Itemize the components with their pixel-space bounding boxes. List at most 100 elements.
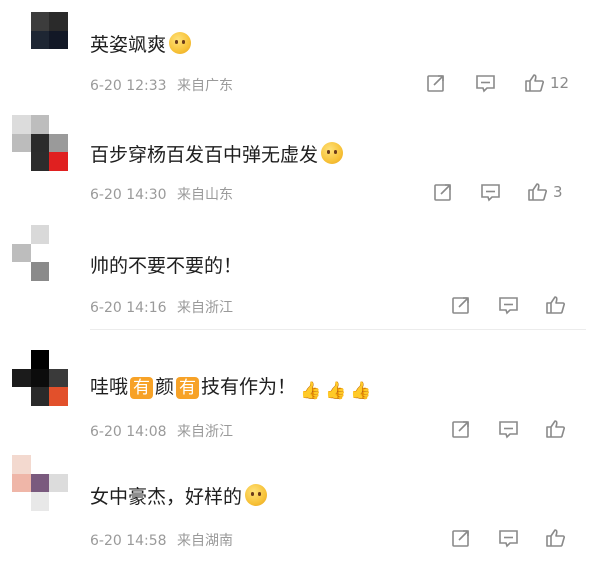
comment-location: 来自湖南 bbox=[177, 533, 234, 549]
avatar-pixel bbox=[12, 387, 31, 406]
repost-button[interactable] bbox=[451, 528, 471, 548]
thumbs-up-icon bbox=[525, 74, 544, 92]
avatar[interactable] bbox=[12, 455, 68, 511]
comment-icon bbox=[499, 297, 518, 315]
avatar-pixel bbox=[49, 368, 68, 388]
surprised-emoji-icon bbox=[245, 484, 268, 506]
comment-date: 6-20 12:33 bbox=[90, 78, 167, 94]
share-icon bbox=[452, 297, 469, 314]
comment-text: 帅的不要不要的！ bbox=[90, 255, 243, 277]
avatar[interactable] bbox=[12, 225, 68, 281]
avatar[interactable] bbox=[12, 12, 68, 68]
repost-button[interactable] bbox=[451, 295, 471, 315]
comment-actions: 12 bbox=[426, 72, 569, 94]
like-button[interactable]: 12 bbox=[524, 73, 569, 93]
avatar-pixel bbox=[49, 49, 68, 68]
share-icon bbox=[452, 421, 469, 438]
avatar-pixel bbox=[30, 49, 50, 68]
comment-button[interactable] bbox=[498, 528, 519, 548]
comment-date: 6-20 14:58 bbox=[90, 533, 167, 549]
share-icon bbox=[427, 75, 444, 92]
avatar[interactable] bbox=[12, 115, 68, 171]
comment-actions bbox=[451, 527, 566, 549]
avatar-pixel bbox=[30, 12, 50, 31]
comment-text: 英姿飒爽 bbox=[90, 32, 192, 57]
tag-badge: 有 bbox=[130, 377, 154, 399]
avatar-pixel bbox=[30, 115, 50, 134]
comment-button[interactable] bbox=[475, 73, 496, 93]
comment-icon bbox=[499, 530, 518, 548]
comment-button[interactable] bbox=[498, 295, 519, 315]
avatar-pixel bbox=[30, 225, 50, 244]
avatar-pixel bbox=[12, 49, 31, 68]
avatar-pixel bbox=[12, 350, 31, 369]
thumbs-up-icon bbox=[528, 183, 547, 201]
avatar-pixel bbox=[12, 133, 31, 153]
avatar-pixel bbox=[49, 473, 68, 493]
thumbs-up-icon bbox=[546, 529, 565, 547]
repost-button[interactable] bbox=[433, 182, 453, 202]
avatar-pixel bbox=[30, 455, 50, 474]
thumbs-up-icon: 👍 bbox=[350, 381, 372, 401]
avatar-pixel bbox=[49, 152, 68, 171]
thumbs-up-icon bbox=[546, 420, 565, 438]
repost-button[interactable] bbox=[451, 419, 471, 439]
divider bbox=[90, 329, 586, 330]
comment-button[interactable] bbox=[498, 419, 519, 439]
avatar-pixel bbox=[30, 152, 50, 171]
comment-actions bbox=[451, 294, 566, 316]
like-button[interactable]: 3 bbox=[527, 182, 563, 202]
comment-date: 6-20 14:30 bbox=[90, 187, 167, 203]
avatar-pixel bbox=[12, 368, 31, 388]
avatar-pixel bbox=[49, 387, 68, 406]
avatar-pixel bbox=[49, 30, 68, 50]
comment-button[interactable] bbox=[480, 182, 501, 202]
share-icon bbox=[452, 530, 469, 547]
like-button[interactable] bbox=[545, 419, 566, 439]
avatar-pixel bbox=[12, 152, 31, 171]
like-button[interactable] bbox=[545, 295, 566, 315]
avatar-pixel bbox=[12, 12, 31, 31]
avatar-pixel bbox=[30, 387, 50, 406]
comment-actions: 3 bbox=[433, 181, 563, 203]
repost-button[interactable] bbox=[426, 73, 446, 93]
avatar-pixel bbox=[49, 455, 68, 474]
comment-location: 来自山东 bbox=[177, 187, 234, 203]
blushing-face-with-hands-icon bbox=[169, 32, 192, 54]
comment-actions bbox=[451, 418, 566, 440]
share-icon bbox=[434, 184, 451, 201]
comment-date: 6-20 14:08 bbox=[90, 424, 167, 440]
avatar-pixel bbox=[30, 262, 50, 281]
thumbs-up-icon: 👍 bbox=[325, 381, 347, 401]
avatar[interactable] bbox=[12, 350, 68, 406]
avatar-pixel bbox=[49, 115, 68, 134]
comment-text: 女中豪杰，好样的 bbox=[90, 484, 268, 509]
avatar-pixel bbox=[49, 12, 68, 31]
avatar-pixel bbox=[12, 115, 31, 134]
like-count: 3 bbox=[553, 183, 563, 201]
comment-meta: 6-20 14:58 来自湖南 bbox=[90, 530, 233, 550]
comment-meta: 6-20 14:16 来自浙江 bbox=[90, 297, 233, 317]
comment-icon bbox=[476, 75, 495, 93]
comment-icon bbox=[481, 184, 500, 202]
avatar-pixel bbox=[12, 30, 31, 50]
comment-date: 6-20 14:16 bbox=[90, 300, 167, 316]
comment-text: 百步穿杨百发百中弹无虚发 bbox=[90, 142, 344, 167]
comment-meta: 6-20 14:30 来自山东 bbox=[90, 184, 233, 204]
avatar-pixel bbox=[30, 350, 50, 369]
crying-emoji-icon bbox=[321, 142, 344, 164]
avatar-pixel bbox=[12, 473, 31, 493]
avatar-pixel bbox=[12, 455, 31, 474]
avatar-pixel bbox=[30, 243, 50, 263]
avatar-pixel bbox=[49, 133, 68, 153]
comment-meta: 6-20 14:08 来自浙江 bbox=[90, 421, 233, 441]
avatar-pixel bbox=[12, 262, 31, 281]
like-button[interactable] bbox=[545, 528, 566, 548]
comment-location: 来自浙江 bbox=[177, 424, 234, 440]
thumbs-up-icon bbox=[546, 296, 565, 314]
avatar-pixel bbox=[12, 225, 31, 244]
avatar-pixel bbox=[49, 243, 68, 263]
comment-location: 来自浙江 bbox=[177, 300, 234, 316]
tag-badge: 有 bbox=[176, 377, 200, 399]
comment-icon bbox=[499, 421, 518, 439]
